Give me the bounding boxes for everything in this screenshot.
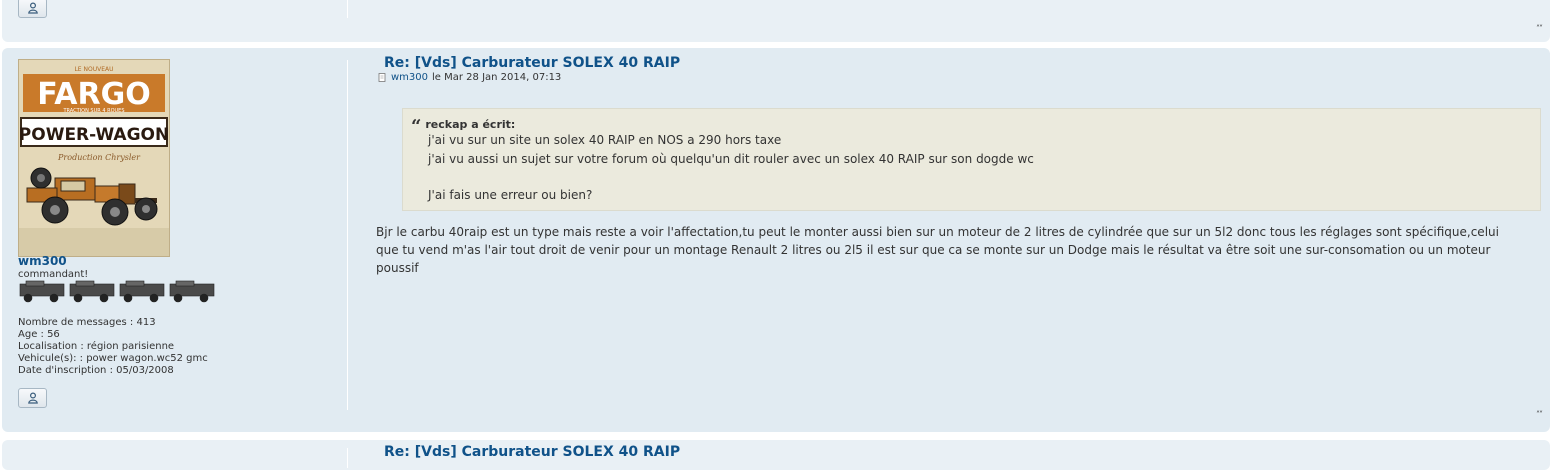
- jeep-icon: [169, 280, 215, 303]
- avatar[interactable]: LE NOUVEAU FARGO TRACTION SUR 4 ROUES PO…: [18, 59, 170, 257]
- post-author-name[interactable]: wm300: [18, 254, 67, 268]
- profile-post-count: Nombre de messages : 413: [18, 317, 156, 328]
- svg-text:LE NOUVEAU: LE NOUVEAU: [74, 66, 113, 73]
- post-title[interactable]: Re: [Vds] Carburateur SOLEX 40 RAIP: [384, 55, 680, 71]
- quote-line: j'ai vu aussi un sujet sur votre forum o…: [428, 152, 1034, 166]
- svg-text:Production Chrysler: Production Chrysler: [57, 153, 141, 162]
- quote-block: “ reckap a écrit: j'ai vu sur un site un…: [402, 108, 1541, 211]
- user-profile-icon: [27, 392, 38, 404]
- back-to-top-icon[interactable]: ˄˅: [1536, 24, 1543, 33]
- profile-vehicles: Vehicule(s): : power wagon.wc52 gmc: [18, 353, 208, 364]
- avatar-image: LE NOUVEAU FARGO TRACTION SUR 4 ROUES PO…: [19, 60, 169, 256]
- svg-text:POWER-WAGON: POWER-WAGON: [19, 125, 169, 145]
- post-meta: wm300 le Mar 28 Jan 2014, 07:13: [378, 72, 561, 83]
- profile-age: Age : 56: [18, 329, 60, 340]
- jeep-icon: [19, 280, 65, 303]
- back-to-top-icon[interactable]: ˄˅: [1536, 410, 1543, 419]
- rank-image: [19, 280, 215, 303]
- profile-button[interactable]: [18, 388, 47, 408]
- jeep-icon: [69, 280, 115, 303]
- quote-mark-icon: “: [411, 116, 422, 137]
- profile-button[interactable]: [18, 0, 47, 18]
- quote-line: J'ai fais une erreur ou bien?: [428, 188, 593, 202]
- forum-post: LE NOUVEAU FARGO TRACTION SUR 4 ROUES PO…: [2, 48, 1550, 432]
- next-post: Re: [Vds] Carburateur SOLEX 40 RAIP: [2, 440, 1550, 470]
- svg-text:TRACTION SUR 4 ROUES: TRACTION SUR 4 ROUES: [62, 108, 124, 114]
- post-date: le Mar 28 Jan 2014, 07:13: [432, 72, 562, 83]
- author-rank: commandant!: [18, 269, 89, 280]
- profile-details: Nombre de messages : 413 Age : 56 Locali…: [18, 317, 208, 377]
- jeep-icon: [119, 280, 165, 303]
- post-icon[interactable]: [378, 73, 387, 82]
- svg-text:FARGO: FARGO: [37, 77, 151, 112]
- previous-post: ˄˅: [2, 0, 1550, 42]
- profile-join-date: Date d'inscription : 05/03/2008: [18, 365, 174, 376]
- quote-line: j'ai vu sur un site un solex 40 RAIP en …: [428, 133, 782, 147]
- user-profile-icon: [27, 2, 38, 14]
- post-divider: [347, 0, 348, 18]
- post-body: Bjr le carbu 40raip est un type mais res…: [376, 225, 1499, 275]
- quote-cite-text: reckap a écrit:: [425, 117, 516, 131]
- post-divider: [347, 60, 348, 410]
- profile-location: Localisation : région parisienne: [18, 341, 175, 352]
- quote-cite: “ reckap a écrit:: [411, 116, 516, 137]
- post-divider: [347, 448, 348, 468]
- post-author-link[interactable]: wm300: [391, 72, 428, 83]
